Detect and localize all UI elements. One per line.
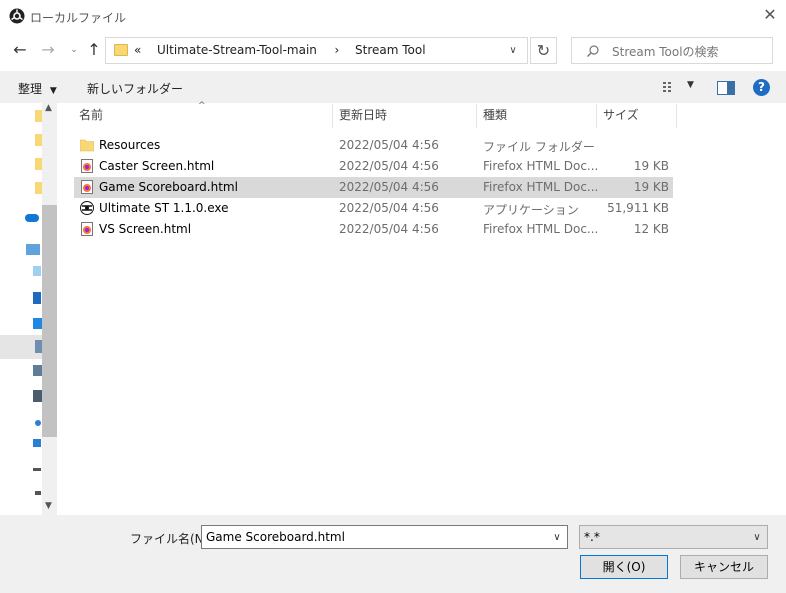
downloads-icon[interactable]	[33, 292, 41, 304]
column-header-name[interactable]: 名前	[79, 106, 103, 123]
file-size: 19 KB	[633, 159, 669, 173]
filename-field[interactable]: Game Scoreboard.html ∨	[201, 525, 568, 549]
back-arrow-icon[interactable]: ←	[10, 40, 30, 60]
chevron-down-icon[interactable]: ∨	[750, 531, 764, 545]
folder-icon	[79, 138, 95, 152]
breadcrumb: « Ultimate-Stream-Tool-main › Stream Too…	[134, 43, 426, 57]
network-icon[interactable]	[35, 420, 41, 426]
drive-icon[interactable]	[33, 468, 41, 471]
file-name: Ultimate ST 1.1.0.exe	[99, 201, 229, 215]
view-options-icon[interactable]	[663, 81, 679, 94]
scroll-up-icon[interactable]: ▲	[45, 103, 52, 113]
window-title: ローカルファイル	[30, 11, 127, 25]
close-icon[interactable]: ✕	[762, 6, 778, 24]
objects-3d-icon[interactable]	[33, 266, 41, 276]
address-bar[interactable]: « Ultimate-Stream-Tool-main › Stream Too…	[105, 37, 528, 64]
folder-icon	[114, 44, 128, 56]
cancel-button[interactable]: キャンセル	[680, 555, 768, 579]
new-folder-button[interactable]: 新しいフォルダー	[87, 80, 183, 97]
pictures-icon[interactable]	[33, 365, 42, 376]
file-name: Caster Screen.html	[99, 159, 215, 173]
column-header-type[interactable]: 種類	[483, 106, 507, 123]
forward-arrow-icon[interactable]: →	[38, 40, 58, 60]
open-button[interactable]: 開く(O)	[580, 555, 668, 579]
scrollbar-thumb[interactable]	[42, 205, 57, 437]
file-type: Firefox HTML Doc...	[483, 222, 599, 236]
file-date: 2022/05/04 4:56	[339, 138, 439, 152]
html-file-icon	[80, 159, 94, 173]
help-icon[interactable]: ?	[753, 79, 770, 96]
up-arrow-icon[interactable]: ↑	[84, 40, 104, 60]
recent-locations-chevron-icon[interactable]: ⌄	[64, 40, 84, 60]
sort-up-icon: ^	[198, 101, 206, 111]
list-item[interactable]: Resources 2022/05/04 4:56 ファイル フォルダー	[74, 135, 673, 156]
column-header-date[interactable]: 更新日時	[339, 106, 387, 123]
breadcrumb-segment[interactable]: Ultimate-Stream-Tool-main	[157, 43, 317, 57]
file-date: 2022/05/04 4:56	[339, 222, 439, 236]
breadcrumb-separator[interactable]: ›	[335, 43, 340, 57]
file-name: VS Screen.html	[99, 222, 192, 236]
file-type: Firefox HTML Doc...	[483, 180, 599, 194]
list-item-selected[interactable]: Game Scoreboard.html 2022/05/04 4:56 Fir…	[74, 177, 673, 198]
videos-icon[interactable]	[33, 390, 42, 402]
breadcrumb-overflow[interactable]: «	[134, 43, 141, 57]
file-type: アプリケーション	[483, 203, 579, 217]
title-bar: ローカルファイル ✕	[0, 0, 786, 32]
column-header-size[interactable]: サイズ	[603, 106, 639, 123]
chevron-down-icon: ▼	[49, 86, 57, 96]
file-date: 2022/05/04 4:56	[339, 180, 439, 194]
apps-icon[interactable]	[33, 439, 41, 447]
app-icon	[9, 8, 25, 24]
file-type: ファイル フォルダー	[483, 140, 595, 154]
html-file-icon	[80, 180, 94, 194]
list-item[interactable]: VS Screen.html 2022/05/04 4:56 Firefox H…	[74, 219, 673, 240]
filename-value: Game Scoreboard.html	[206, 530, 345, 544]
desktop-icon[interactable]	[33, 318, 42, 329]
column-divider[interactable]	[596, 104, 597, 128]
search-input[interactable]: Stream Toolの検索	[571, 37, 773, 64]
scroll-down-icon[interactable]: ▼	[45, 501, 52, 511]
list-item[interactable]: Caster Screen.html 2022/05/04 4:56 Firef…	[74, 156, 673, 177]
column-divider[interactable]	[476, 104, 477, 128]
command-bar: 整理 ▼ 新しいフォルダー ▼ ?	[0, 71, 786, 103]
chevron-down-icon[interactable]: ▼	[687, 80, 694, 90]
column-divider[interactable]	[332, 104, 333, 128]
filetype-value: *.*	[584, 530, 600, 544]
file-size: 12 KB	[633, 222, 669, 236]
html-file-icon	[80, 222, 94, 236]
file-date: 2022/05/04 4:56	[339, 159, 439, 173]
onedrive-icon[interactable]	[25, 214, 39, 222]
chevron-down-icon[interactable]: ∨	[550, 531, 564, 545]
preview-pane-icon[interactable]	[717, 81, 735, 95]
file-size: 19 KB	[633, 180, 669, 194]
nav-selected-item[interactable]	[0, 335, 43, 359]
breadcrumb-segment[interactable]: Stream Tool	[355, 43, 426, 57]
search-icon	[586, 44, 600, 58]
file-date: 2022/05/04 4:56	[339, 201, 439, 215]
filetype-select[interactable]: *.* ∨	[579, 525, 768, 549]
refresh-button[interactable]: ↻	[530, 37, 557, 64]
organize-label: 整理	[18, 82, 43, 96]
list-item[interactable]: Ultimate ST 1.1.0.exe 2022/05/04 4:56 アプ…	[74, 198, 673, 219]
search-placeholder: Stream Toolの検索	[612, 45, 719, 59]
file-name: Resources	[99, 138, 161, 152]
file-size: 51,911 KB	[607, 201, 669, 215]
audio-icon[interactable]	[35, 491, 41, 495]
pc-icon[interactable]	[26, 244, 40, 255]
file-name: Game Scoreboard.html	[99, 180, 238, 194]
file-type: Firefox HTML Doc...	[483, 159, 599, 173]
column-divider[interactable]	[676, 104, 677, 128]
organize-button[interactable]: 整理 ▼	[18, 80, 57, 97]
exe-icon	[80, 201, 94, 215]
chevron-down-icon[interactable]: ∨	[506, 44, 520, 58]
